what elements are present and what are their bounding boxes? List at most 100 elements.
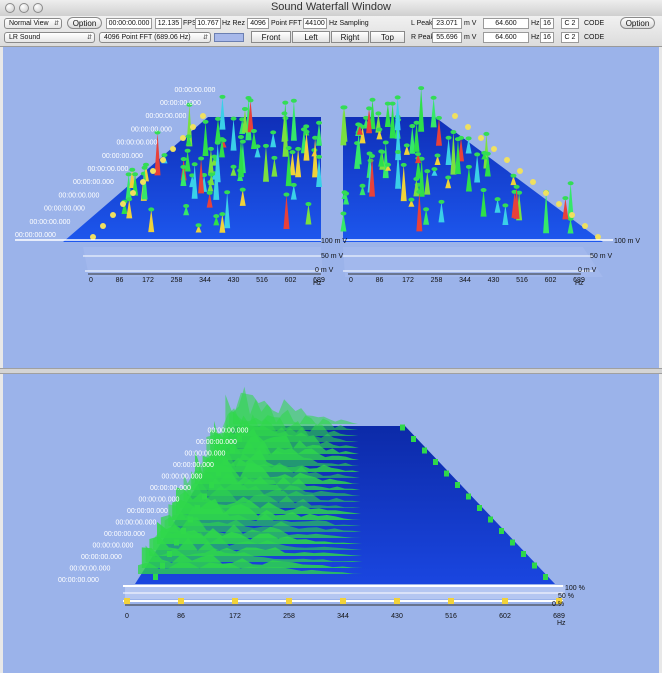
option-button-right[interactable]: Option bbox=[620, 17, 655, 29]
peak-cap bbox=[382, 140, 389, 145]
time-row-label: 00:00:00.000 bbox=[73, 179, 114, 186]
row-marker bbox=[174, 539, 179, 546]
top-waterfall-view[interactable]: 0 0 86 86 172 172 258 258 344 344 430 430 516 516 602 6… bbox=[3, 47, 659, 368]
time-row-label: 00:00:00.000 bbox=[116, 520, 157, 527]
peak-cap bbox=[474, 152, 481, 157]
peak-cap bbox=[281, 111, 288, 116]
r-peak-unit: m V bbox=[464, 34, 477, 41]
time-row-label: 00:00:00.000 bbox=[185, 451, 226, 458]
peak-cap bbox=[290, 98, 297, 103]
x-tick-label: 0 bbox=[125, 613, 129, 620]
view-top-button[interactable]: Top bbox=[370, 31, 405, 43]
row-marker bbox=[400, 424, 405, 431]
peak-cap bbox=[395, 149, 402, 154]
r-bands-field[interactable]: 16 bbox=[540, 32, 554, 43]
l-note-field[interactable]: C 2 bbox=[561, 18, 579, 29]
peak-cap bbox=[262, 143, 269, 148]
left-level-label-50: 50 m V bbox=[321, 253, 344, 260]
row-marker bbox=[223, 459, 228, 465]
peak-cap bbox=[303, 124, 310, 129]
peak-cap bbox=[413, 120, 420, 125]
fft-select[interactable]: 4096 Point FFT (689.06 Hz) ⇵ bbox=[99, 32, 211, 43]
x-tick-label: 516 bbox=[445, 613, 457, 620]
bottom-waterfall-canvas[interactable]: 0 86 172 258 344 430 516 602 689 00:00:00.000 00:… bbox=[3, 374, 659, 673]
peak-cap bbox=[430, 95, 437, 100]
popup-arrows-icon: ⇵ bbox=[53, 21, 59, 27]
bottom-waterfall-view[interactable]: 0 86 172 258 344 430 516 602 689 00:00:00.000 00:… bbox=[3, 374, 659, 673]
row-marker bbox=[488, 516, 493, 523]
r-peak-field[interactable]: 55.696 bbox=[432, 32, 462, 43]
peak-cap bbox=[378, 149, 385, 154]
peak-cap bbox=[305, 202, 312, 207]
peak-cap bbox=[389, 101, 396, 106]
row-marker bbox=[517, 168, 523, 174]
view-right-button[interactable]: Right bbox=[331, 31, 369, 43]
peak-cap bbox=[219, 212, 226, 217]
bottom-level-label-100: 100 % bbox=[565, 585, 585, 592]
row-marker bbox=[90, 234, 96, 240]
peak-cap bbox=[438, 199, 445, 204]
peak-cap bbox=[567, 181, 574, 186]
peak-cap bbox=[450, 130, 457, 135]
color-swatch[interactable] bbox=[214, 33, 244, 42]
peak-cap bbox=[465, 164, 472, 169]
row-marker bbox=[510, 539, 515, 546]
row-marker bbox=[167, 551, 172, 557]
x-tick-label: 344 bbox=[459, 277, 471, 284]
time-row-label: 00:00:00.000 bbox=[160, 100, 201, 107]
peak-cap bbox=[356, 123, 363, 128]
view-front-button[interactable]: Front bbox=[251, 31, 291, 43]
peak-cap bbox=[202, 119, 209, 124]
title-bar: Sound Waterfall Window bbox=[0, 0, 662, 17]
l-bands-field[interactable]: 16 bbox=[540, 18, 554, 29]
r-hz-field[interactable]: 64.600 bbox=[483, 32, 529, 43]
view-left-button[interactable]: Left bbox=[292, 31, 330, 43]
source-select[interactable]: LR Sound ⇵ bbox=[4, 32, 95, 43]
peak-cap bbox=[219, 94, 226, 99]
peak-cap bbox=[183, 204, 190, 209]
time-row-label: 00:00:00.000 bbox=[117, 140, 158, 147]
row-marker bbox=[422, 447, 427, 454]
x-tick-marker bbox=[124, 598, 130, 604]
peak-cap bbox=[230, 164, 237, 169]
x-tick-label: 689 bbox=[553, 613, 565, 620]
x-tick-label: 0 bbox=[349, 277, 353, 284]
x-tick-marker bbox=[448, 598, 454, 604]
row-marker bbox=[230, 447, 235, 454]
hz-rez-field[interactable]: 10.767 bbox=[195, 18, 221, 29]
bottom-x-unit: Hz bbox=[557, 620, 566, 627]
x-tick-label: 86 bbox=[376, 277, 384, 284]
peak-cap bbox=[180, 157, 187, 162]
row-marker bbox=[411, 436, 416, 442]
right-level-label-50: 50 m V bbox=[590, 253, 613, 260]
r-note-field[interactable]: C 2 bbox=[561, 32, 579, 43]
peak-cap bbox=[465, 136, 472, 141]
l-peak-field[interactable]: 23.071 bbox=[432, 18, 462, 29]
x-tick-label: 258 bbox=[431, 277, 443, 284]
spectrum-peak bbox=[384, 103, 391, 128]
time-row-label: 00:00:00.000 bbox=[70, 566, 111, 573]
peak-cap bbox=[409, 124, 416, 129]
option-button-left[interactable]: Option bbox=[67, 17, 102, 29]
peak-cap bbox=[435, 115, 442, 120]
time-row-label: 00:00:00.000 bbox=[93, 543, 134, 550]
x-tick-label: 344 bbox=[199, 277, 211, 284]
sampling-field[interactable]: 44100 bbox=[303, 18, 327, 29]
fps-field[interactable]: 12.135 bbox=[155, 18, 182, 29]
x-tick-label: 430 bbox=[488, 277, 500, 284]
time-row-label: 00:00:00.000 bbox=[175, 87, 216, 94]
fft-points-field[interactable]: 4096 bbox=[247, 18, 269, 29]
row-marker bbox=[209, 482, 214, 488]
view-mode-select[interactable]: Normal View ⇵ bbox=[4, 18, 62, 29]
peak-cap bbox=[434, 153, 441, 158]
l-hz-field[interactable]: 64.600 bbox=[483, 18, 529, 29]
top-waterfall-canvas[interactable]: 0 0 86 86 172 172 258 258 344 344 430 430 516 516 602 6… bbox=[3, 47, 659, 368]
peak-cap bbox=[185, 134, 192, 139]
peak-cap bbox=[195, 223, 202, 228]
time-row-label: 00:00:00.000 bbox=[146, 113, 187, 120]
row-marker bbox=[543, 574, 548, 580]
time-field[interactable]: 00:00:00.000 bbox=[106, 18, 152, 29]
time-row-label: 00:00:00.000 bbox=[59, 192, 100, 199]
spectrum-peak bbox=[219, 96, 226, 130]
peak-cap bbox=[513, 184, 520, 189]
